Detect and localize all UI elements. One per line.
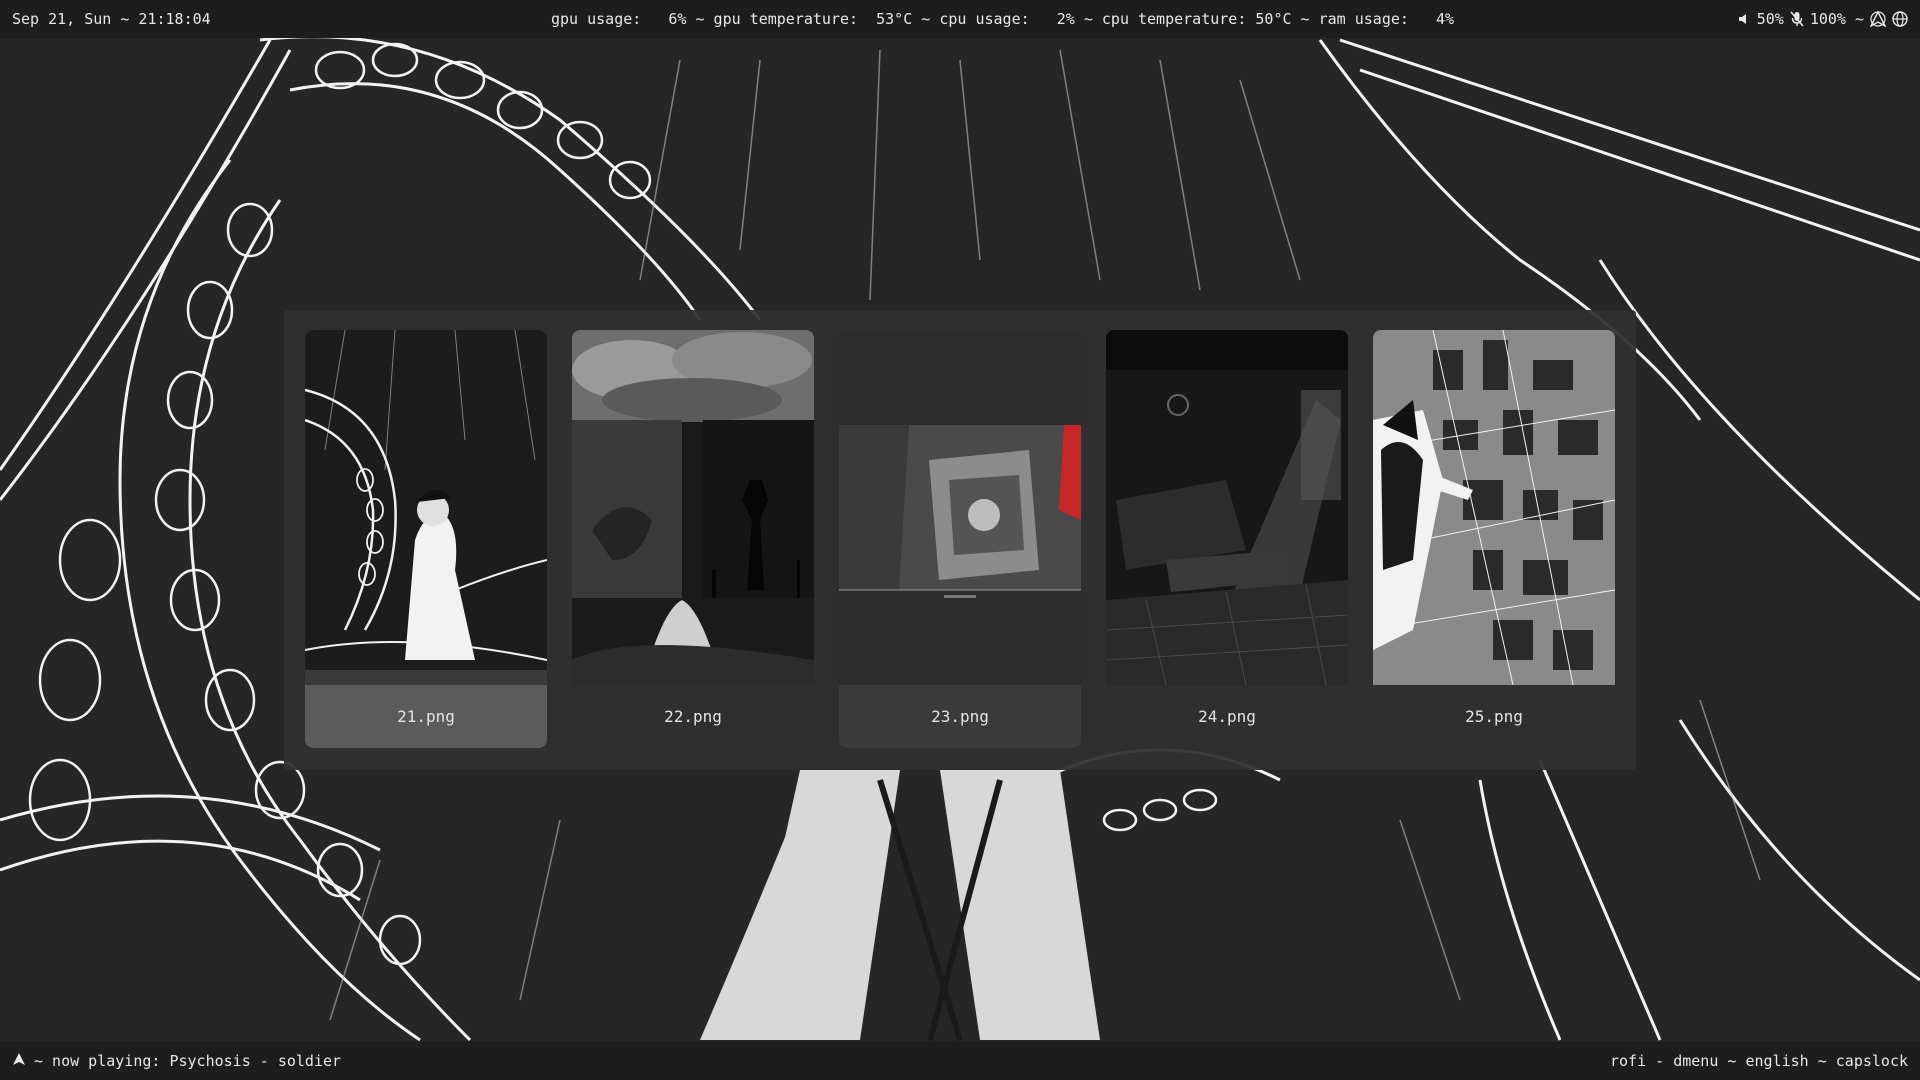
bottom-status-bar: ~ now playing: Psychosis - soldier rofi … [0, 1042, 1920, 1080]
globe-icon[interactable] [1892, 11, 1908, 27]
wallpaper-option-23[interactable]: 23.png [839, 330, 1081, 748]
wallpaper-option-22[interactable]: 22.png [572, 330, 814, 748]
clock-datetime: Sep 21, Sun ~ 21:18:04 [12, 10, 211, 28]
arch-logo-icon[interactable] [12, 1042, 26, 1080]
volume-level[interactable]: 50% [1757, 0, 1784, 38]
top-status-bar: Sep 21, Sun ~ 21:18:04 gpu usage: 6% ~ g… [0, 0, 1920, 38]
system-stats: gpu usage: 6% ~ gpu temperature: 53°C ~ … [551, 10, 1455, 28]
tray-area: 50% 100% ~ [1737, 0, 1908, 38]
thumbnail-25 [1373, 330, 1615, 685]
wallpaper-label: 22.png [664, 707, 722, 726]
thumbnail-21 [305, 330, 547, 685]
wallpaper-option-21[interactable]: 21.png [305, 330, 547, 748]
thumbnail-22 [572, 330, 814, 685]
wallpaper-label: 24.png [1198, 707, 1256, 726]
mic-muted-icon[interactable] [1790, 11, 1804, 27]
thumbnail-24 [1106, 330, 1348, 685]
launcher-status: rofi - dmenu ~ english ~ capslock [1609, 1052, 1908, 1070]
now-playing-text[interactable]: ~ now playing: Psychosis - soldier [34, 1042, 341, 1080]
wallpaper-picker: 21.png 22.png 23.png 24.png 25.png [284, 310, 1636, 770]
wallpaper-option-25[interactable]: 25.png [1373, 330, 1615, 748]
media-area: ~ now playing: Psychosis - soldier [12, 1042, 341, 1080]
speaker-icon[interactable] [1737, 12, 1751, 26]
wallpaper-option-24[interactable]: 24.png [1106, 330, 1348, 748]
wallpaper-label: 21.png [397, 707, 455, 726]
thumbnail-23 [839, 330, 1081, 685]
wallpaper-label: 23.png [931, 707, 989, 726]
wallpaper-label: 25.png [1465, 707, 1523, 726]
arch-logo-icon[interactable] [1870, 11, 1886, 27]
mic-level[interactable]: 100% ~ [1810, 0, 1864, 38]
